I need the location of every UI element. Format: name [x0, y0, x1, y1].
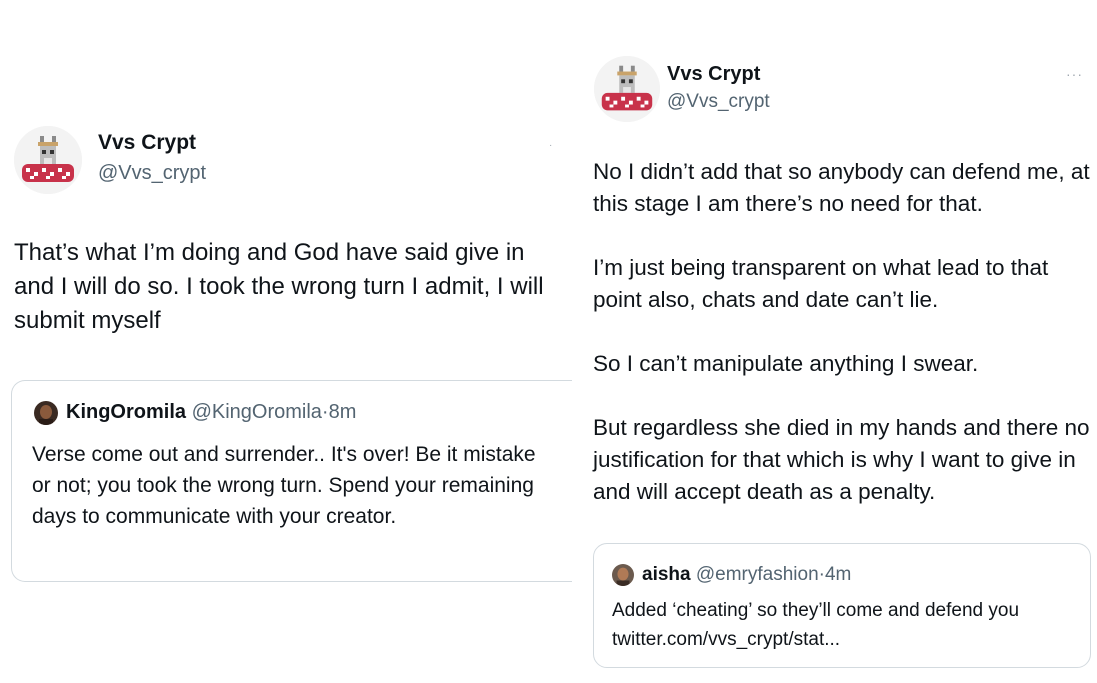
author-avatar[interactable]: [14, 126, 82, 194]
tweet-right[interactable]: Vvs Crypt @Vvs_crypt ··· No I didn’t add…: [580, 0, 1097, 683]
author-name[interactable]: Vvs Crypt: [667, 63, 760, 86]
pixel-goat-avatar-icon: [14, 126, 82, 194]
quoted-author-name[interactable]: aisha: [642, 564, 691, 585]
woman-portrait-avatar-icon: [612, 564, 634, 586]
woman-portrait-avatar-icon: [34, 401, 58, 425]
quoted-tweet[interactable]: KingOromila @KingOromila·8m Verse come o…: [11, 380, 572, 582]
tweet-text: That’s what I’m doing and God have said …: [14, 239, 544, 334]
separator-dot: ·: [321, 401, 329, 423]
author-avatar[interactable]: [594, 56, 660, 122]
tweet-text: No I didn’t add that so anybody can defe…: [593, 156, 1097, 508]
author-handle[interactable]: @Vvs_crypt: [667, 91, 770, 113]
tweet-paragraph: I’m just being transparent on what lead …: [593, 255, 1049, 312]
quoted-author-handle[interactable]: @KingOromila: [192, 401, 322, 423]
quoted-tweet-text: Verse come out and surrender.. It's over…: [32, 443, 536, 528]
quoted-tweet-time[interactable]: 8m: [329, 401, 357, 423]
tweet-paragraph: So I can’t manipulate anything I swear.: [593, 351, 979, 376]
more-dots-icon[interactable]: ···: [1066, 66, 1083, 82]
quoted-tweet-header: KingOromila @KingOromila·8m: [66, 401, 356, 424]
quoted-author-name[interactable]: KingOromila: [66, 401, 186, 423]
quoted-author-avatar[interactable]: [34, 401, 58, 425]
quoted-author-handle[interactable]: @emryfashion: [696, 564, 819, 585]
more-dots-icon[interactable]: ·: [549, 140, 553, 151]
quoted-author-avatar[interactable]: [612, 564, 634, 586]
quoted-tweet[interactable]: aisha @emryfashion·4m Added ‘cheating’ s…: [593, 543, 1091, 668]
tweet-left[interactable]: Vvs Crypt @Vvs_crypt · That’s what I’m d…: [0, 0, 572, 683]
author-handle[interactable]: @Vvs_crypt: [98, 162, 206, 185]
tweet-paragraph: No I didn’t add that so anybody can defe…: [593, 159, 1090, 216]
quoted-tweet-time[interactable]: 4m: [825, 564, 851, 585]
quoted-tweet-text: Added ‘cheating’ so they’ll come and def…: [612, 600, 1020, 650]
quoted-tweet-header: aisha @emryfashion·4m: [642, 564, 851, 586]
tweet-paragraph: But regardless she died in my hands and …: [593, 415, 1090, 504]
pixel-goat-avatar-icon: [594, 56, 660, 122]
author-name[interactable]: Vvs Crypt: [98, 131, 196, 155]
